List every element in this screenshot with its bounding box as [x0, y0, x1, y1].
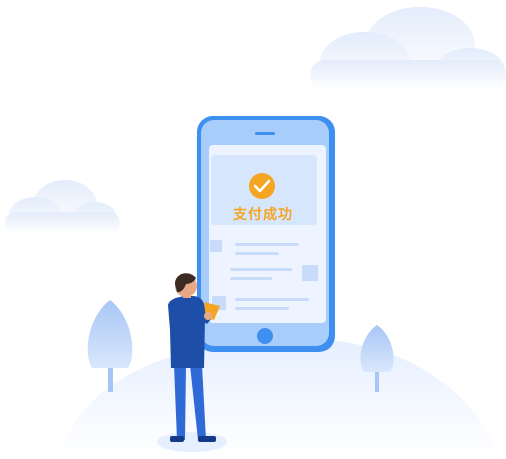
cloud-right [310, 7, 506, 92]
payment-success-text: 支付成功 [233, 207, 293, 223]
cloud-left [5, 180, 120, 234]
person-shadow [157, 432, 227, 452]
check-circle-icon [249, 173, 275, 199]
phone-home-button [257, 328, 273, 344]
phone [197, 116, 335, 352]
list-thumb-1 [210, 240, 222, 252]
illustration-canvas [5, 7, 506, 459]
payment-success-illustration: 支付成功 [0, 0, 506, 459]
phone-speaker [255, 132, 275, 135]
list-thumb-2 [302, 265, 318, 281]
